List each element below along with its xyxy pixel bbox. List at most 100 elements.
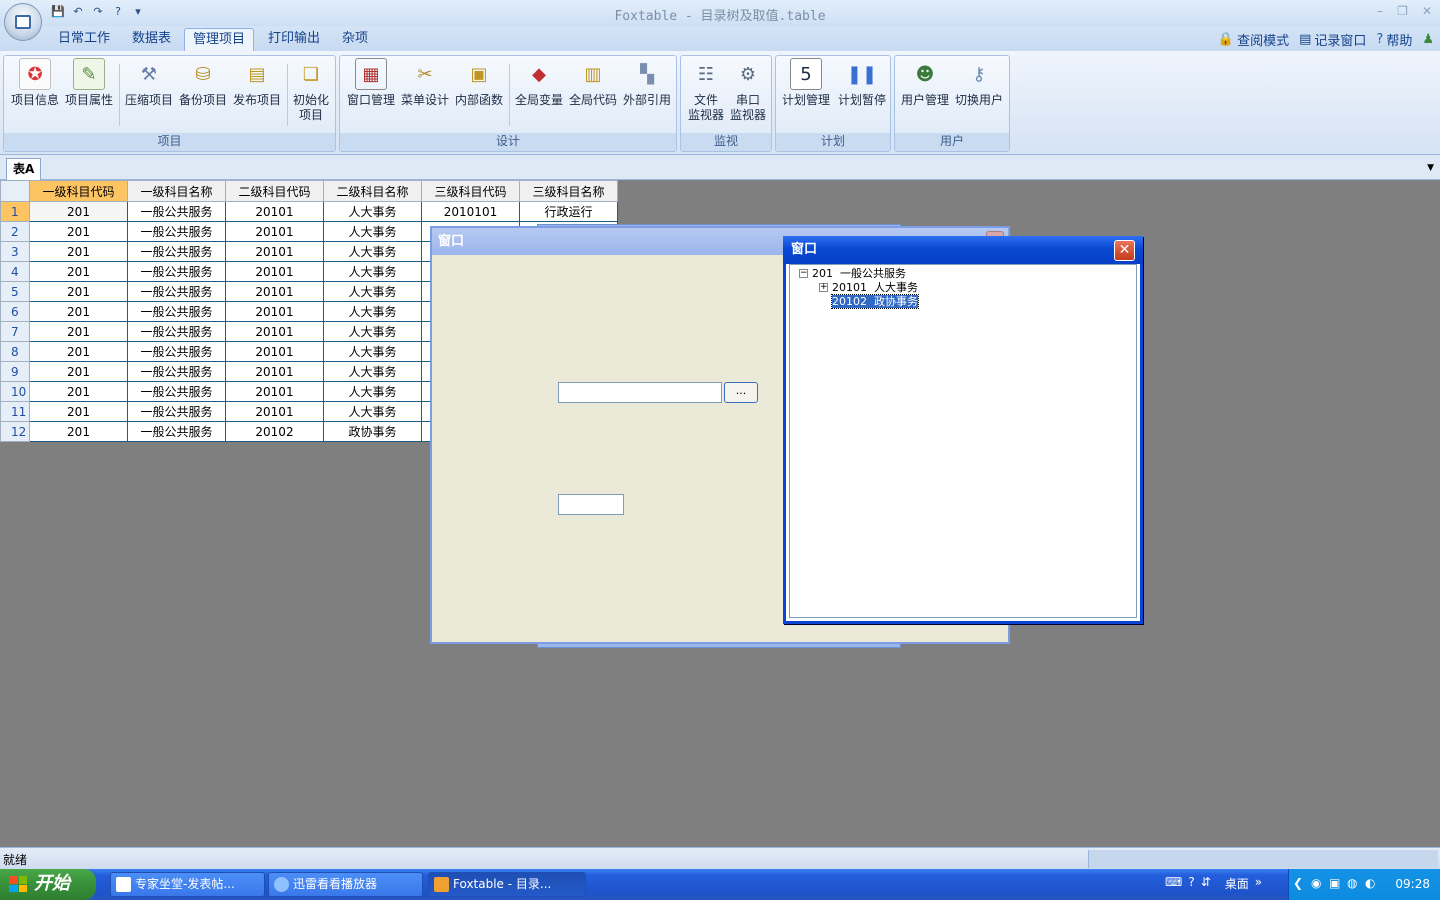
- table-cell[interactable]: 20102: [225, 421, 324, 442]
- backup-project-button[interactable]: ⛁ 备份项目: [176, 58, 230, 108]
- network-icon[interactable]: ◉: [1311, 876, 1321, 890]
- expand-icon[interactable]: »: [1255, 875, 1262, 892]
- column-header[interactable]: 二级科目代码: [225, 180, 324, 202]
- table-cell[interactable]: 20101: [225, 341, 324, 362]
- row-number[interactable]: 9: [0, 361, 30, 382]
- table-cell[interactable]: 20101: [225, 241, 324, 262]
- table-cell[interactable]: 行政运行: [519, 201, 618, 222]
- table-cell[interactable]: 一般公共服务: [127, 301, 226, 322]
- table-cell[interactable]: 20101: [225, 221, 324, 242]
- row-number[interactable]: 8: [0, 341, 30, 362]
- table-cell[interactable]: 201: [29, 421, 128, 442]
- table-cell[interactable]: 20101: [225, 301, 324, 322]
- table-cell[interactable]: 201: [29, 341, 128, 362]
- row-number[interactable]: 6: [0, 301, 30, 322]
- tab-print-output[interactable]: 打印输出: [260, 28, 328, 51]
- table-cell[interactable]: 人大事务: [323, 221, 422, 242]
- serial-monitor-button[interactable]: ⚙ 串口 监视器: [726, 58, 770, 123]
- table-cell[interactable]: 201: [29, 281, 128, 302]
- users-icon[interactable]: ♟: [1422, 30, 1434, 49]
- sheet-tab-a[interactable]: 表A: [6, 158, 42, 180]
- table-cell[interactable]: 一般公共服务: [127, 221, 226, 242]
- table-cell[interactable]: 2010101: [421, 201, 520, 222]
- tab-daily-work[interactable]: 日常工作: [50, 28, 118, 51]
- tree-close-button[interactable]: ✕: [1114, 240, 1135, 261]
- minimize-button[interactable]: –: [1377, 4, 1383, 18]
- table-cell[interactable]: 20101: [225, 381, 324, 402]
- table-cell[interactable]: 人大事务: [323, 241, 422, 262]
- volume-icon[interactable]: ▣: [1329, 876, 1340, 890]
- collapse-icon[interactable]: −: [799, 268, 808, 278]
- table-cell[interactable]: 20101: [225, 261, 324, 282]
- column-header[interactable]: 三级科目代码: [421, 180, 520, 202]
- table-cell[interactable]: 一般公共服务: [127, 281, 226, 302]
- taskbar-item-forum[interactable]: 专家坐堂-发表帖...: [110, 872, 265, 897]
- browse-button[interactable]: ...: [724, 382, 758, 403]
- help-icon[interactable]: ?: [1188, 875, 1194, 892]
- row-number[interactable]: 5: [0, 281, 30, 302]
- switch-user-button[interactable]: ⚷ 切换用户: [951, 58, 1007, 108]
- file-monitor-button[interactable]: ☷ 文件 监视器: [684, 58, 728, 123]
- schedule-pause-button[interactable]: ❚❚ 计划暂停: [834, 58, 890, 108]
- table-cell[interactable]: 人大事务: [323, 301, 422, 322]
- column-header[interactable]: 三级科目名称: [519, 180, 618, 202]
- table-cell[interactable]: 20101: [225, 201, 324, 222]
- schedule-manage-button[interactable]: 5 计划管理: [778, 58, 834, 108]
- window-manager-button[interactable]: ▦ 窗口管理: [343, 58, 399, 108]
- global-code-button[interactable]: ▥ 全局代码: [565, 58, 621, 108]
- chevron-down-icon[interactable]: ▼: [1427, 163, 1434, 173]
- tab-data-table[interactable]: 数据表: [124, 28, 179, 51]
- table-cell[interactable]: 201: [29, 201, 128, 222]
- table-cell[interactable]: 人大事务: [323, 381, 422, 402]
- row-number[interactable]: 10: [0, 381, 30, 402]
- column-header[interactable]: 一级科目名称: [127, 180, 226, 202]
- table-cell[interactable]: 一般公共服务: [127, 361, 226, 382]
- help-link[interactable]: ? 帮助: [1376, 30, 1412, 49]
- publish-project-button[interactable]: ▤ 发布项目: [230, 58, 284, 108]
- close-button[interactable]: ✕: [1422, 4, 1432, 18]
- tree-node[interactable]: +20101 人大事务: [819, 280, 918, 294]
- ime-icon[interactable]: ⇵: [1201, 875, 1211, 892]
- table-cell[interactable]: 201: [29, 321, 128, 342]
- table-cell[interactable]: 一般公共服务: [127, 241, 226, 262]
- table-cell[interactable]: 201: [29, 301, 128, 322]
- desktop-label[interactable]: 桌面: [1225, 875, 1249, 892]
- clock[interactable]: 09:28: [1395, 877, 1430, 891]
- taskbar-item-foxtable[interactable]: Foxtable - 目录...: [428, 872, 586, 897]
- tree-node[interactable]: −201 一般公共服务: [799, 266, 906, 280]
- table-row[interactable]: 1 201 一般公共服务 20101 人大事务 2010101 行政运行: [0, 201, 618, 222]
- view-mode-link[interactable]: 🔒 查阅模式: [1218, 30, 1289, 49]
- row-number[interactable]: 11: [0, 401, 30, 422]
- tree-node-selected[interactable]: 20102 政协事务: [831, 293, 919, 309]
- row-number[interactable]: 2: [0, 221, 30, 242]
- table-cell[interactable]: 人大事务: [323, 341, 422, 362]
- tab-manage-project[interactable]: 管理项目: [184, 28, 255, 51]
- row-number[interactable]: 3: [0, 241, 30, 262]
- table-cell[interactable]: 一般公共服务: [127, 381, 226, 402]
- project-props-button[interactable]: ✎ 项目属性: [62, 58, 116, 108]
- start-button[interactable]: 开始: [0, 869, 96, 900]
- table-cell[interactable]: 201: [29, 381, 128, 402]
- tray-chevron-icon[interactable]: ❮: [1293, 876, 1303, 890]
- tree-view[interactable]: −201 一般公共服务 +20101 人大事务 20102 政协事务: [789, 264, 1137, 618]
- user-manage-button[interactable]: ☻ 用户管理: [897, 58, 953, 108]
- global-var-button[interactable]: ◆ 全局变量: [511, 58, 567, 108]
- row-number[interactable]: 1: [0, 201, 30, 222]
- row-number[interactable]: 4: [0, 261, 30, 282]
- record-window-link[interactable]: ▤ 记录窗口: [1299, 30, 1366, 49]
- project-info-button[interactable]: ✪ 项目信息: [8, 58, 62, 108]
- table-cell[interactable]: 201: [29, 401, 128, 422]
- table-cell[interactable]: 20101: [225, 361, 324, 382]
- table-cell[interactable]: 201: [29, 261, 128, 282]
- table-cell[interactable]: 政协事务: [323, 421, 422, 442]
- table-cell[interactable]: 一般公共服务: [127, 321, 226, 342]
- row-number[interactable]: 7: [0, 321, 30, 342]
- table-cell[interactable]: 一般公共服务: [127, 261, 226, 282]
- secondary-input[interactable]: [558, 494, 624, 515]
- tab-misc[interactable]: 杂项: [334, 28, 376, 51]
- table-cell[interactable]: 201: [29, 361, 128, 382]
- table-cell[interactable]: 人大事务: [323, 361, 422, 382]
- table-cell[interactable]: 人大事务: [323, 201, 422, 222]
- table-cell[interactable]: 一般公共服务: [127, 401, 226, 422]
- table-cell[interactable]: 一般公共服务: [127, 201, 226, 222]
